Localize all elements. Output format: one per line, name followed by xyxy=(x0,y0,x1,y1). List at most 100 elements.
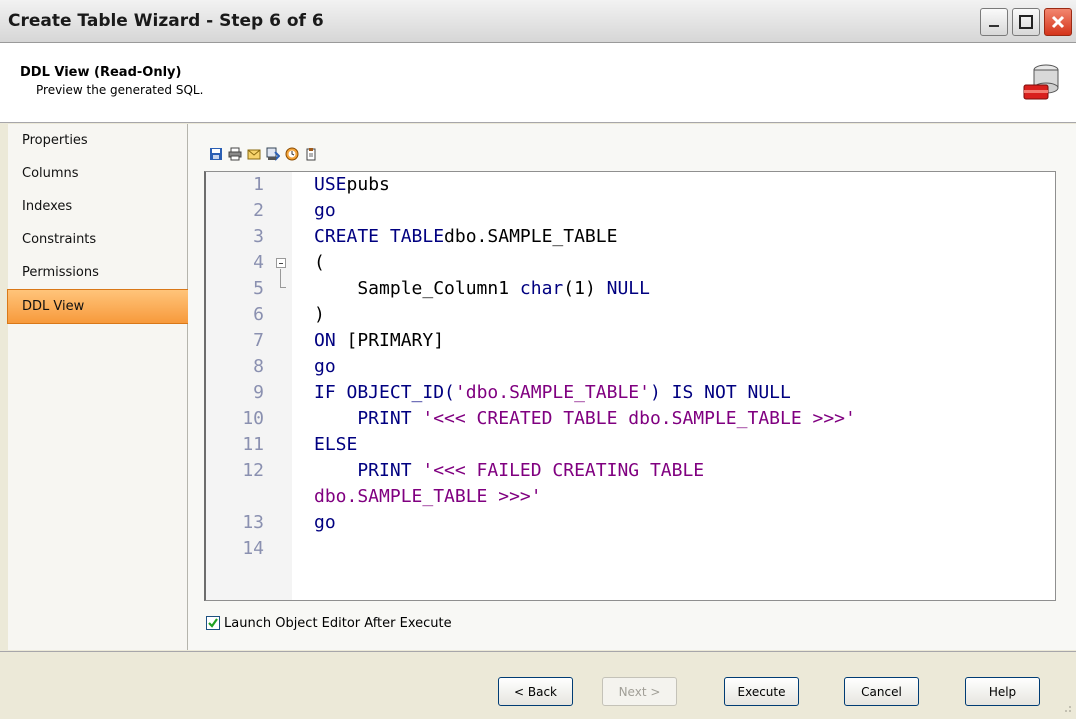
code-line: 6) xyxy=(206,302,1055,328)
sidebar-item-permissions[interactable]: Permissions xyxy=(8,256,187,289)
code-token: Sample_Column1 xyxy=(314,278,520,299)
code-text: ON [PRIMARY] xyxy=(314,328,444,354)
code-text: go xyxy=(314,198,336,224)
main-panel: 1 USEpubs 2 go 3 CREATE TABLEdbo.SAMPLE_TABLE… xyxy=(188,124,1076,650)
keyword-token: ON xyxy=(314,330,336,351)
window-title: Create Table Wizard - Step 6 of 6 xyxy=(8,11,324,31)
resize-grip-icon[interactable] xyxy=(1060,703,1072,715)
code-line: 4( xyxy=(206,250,1055,287)
code-line: 3 CREATE TABLEdbo.SAMPLE_TABLE xyxy=(206,224,1055,250)
sql-export-button[interactable] xyxy=(265,146,281,162)
keyword-token: PRINT xyxy=(314,460,423,481)
string-token: dbo.SAMPLE_TABLE >>>' xyxy=(314,486,542,507)
code-token: pubs xyxy=(346,174,390,195)
string-token: '<<< CREATED TABLE dbo.SAMPLE_TABLE >>>' xyxy=(422,408,856,429)
line-number: 4 xyxy=(253,252,264,273)
sidebar-item-columns[interactable]: Columns xyxy=(8,157,187,190)
checkmark-icon xyxy=(208,618,218,628)
keyword-token: CREATE TABLE xyxy=(314,226,445,247)
wizard-footer: < Back Next > Execute Cancel Help xyxy=(0,651,1076,719)
sidebar-item-constraints[interactable]: Constraints xyxy=(8,223,187,256)
header-title: DDL View (Read-Only) xyxy=(20,65,182,80)
line-number: 14 xyxy=(242,538,264,559)
string-token: 'dbo.SAMPLE_TABLE' xyxy=(454,382,650,403)
maximize-button[interactable] xyxy=(1012,8,1040,36)
wizard-header: DDL View (Read-Only) Preview the generat… xyxy=(0,43,1076,123)
string-token: '<<< FAILED CREATING TABLE xyxy=(422,460,705,481)
code-text: go xyxy=(314,354,336,380)
launch-editor-checkbox[interactable] xyxy=(206,616,220,630)
save-button[interactable] xyxy=(208,146,224,162)
sidebar-item-indexes[interactable]: Indexes xyxy=(8,190,187,223)
sidebar-item-ddl-view[interactable]: DDL View xyxy=(7,289,189,324)
minimize-button[interactable] xyxy=(980,8,1008,36)
code-token: ) xyxy=(314,304,325,325)
close-button[interactable] xyxy=(1044,8,1072,36)
schedule-icon xyxy=(285,147,299,161)
code-line: 8 go xyxy=(206,354,1055,380)
code-line: 2 go xyxy=(206,198,1055,224)
code-line: 10 PRINT '<<< CREATED TABLE dbo.SAMPLE_T… xyxy=(206,406,1055,432)
launch-editor-option[interactable]: Launch Object Editor After Execute xyxy=(206,614,452,632)
line-number: 6 xyxy=(253,304,264,325)
email-icon xyxy=(247,149,261,160)
code-line: 7 ON [PRIMARY] xyxy=(206,328,1055,354)
code-text: ) xyxy=(314,302,325,328)
code-text: dbo.SAMPLE_TABLE >>>' xyxy=(314,484,542,510)
line-number: 10 xyxy=(242,408,264,429)
print-icon xyxy=(228,147,242,161)
code-line: dbo.SAMPLE_TABLE >>>' xyxy=(206,484,1055,510)
create-table-icon xyxy=(1023,64,1059,100)
header-subtitle: Preview the generated SQL. xyxy=(36,83,204,97)
line-number: 5 xyxy=(253,278,264,299)
wizard-sidebar: Properties Columns Indexes Constraints P… xyxy=(7,124,189,650)
code-token: (1) xyxy=(563,278,607,299)
print-button[interactable] xyxy=(227,146,243,162)
line-number: 3 xyxy=(253,226,264,247)
keyword-token: USE xyxy=(314,174,347,195)
fold-toggle-icon[interactable] xyxy=(276,258,286,268)
sidebar-item-properties[interactable]: Properties xyxy=(8,124,187,157)
keyword-token: IF OBJECT_ID( xyxy=(314,382,455,403)
keyword-token: go xyxy=(314,356,336,377)
help-button[interactable]: Help xyxy=(965,677,1040,706)
execute-button[interactable]: Execute xyxy=(724,677,799,706)
keyword-token: go xyxy=(314,200,336,221)
code-token: dbo.SAMPLE_TABLE xyxy=(444,226,618,247)
line-number: 7 xyxy=(253,330,264,351)
code-text: ( xyxy=(314,250,325,276)
cancel-button[interactable]: Cancel xyxy=(844,677,919,706)
window-titlebar: Create Table Wizard - Step 6 of 6 xyxy=(0,0,1076,43)
code-text: CREATE TABLEdbo.SAMPLE_TABLE xyxy=(314,224,617,250)
code-text: PRINT '<<< FAILED CREATING TABLE xyxy=(314,458,704,484)
line-number: 9 xyxy=(253,382,264,403)
code-text: ELSE xyxy=(314,432,357,458)
code-text: PRINT '<<< CREATED TABLE dbo.SAMPLE_TABL… xyxy=(314,406,856,432)
line-number: 11 xyxy=(242,434,264,455)
next-button[interactable]: Next > xyxy=(602,677,677,706)
line-number: 12 xyxy=(242,460,264,481)
close-icon xyxy=(1051,15,1065,29)
code-text: go xyxy=(314,510,336,536)
code-line: 11 ELSE xyxy=(206,432,1055,458)
schedule-button[interactable] xyxy=(284,146,300,162)
code-line: 13 go xyxy=(206,510,1055,536)
code-line: 5 Sample_Column1 char(1) NULL xyxy=(206,276,1055,302)
code-token: [PRIMARY] xyxy=(335,330,445,351)
line-number: 8 xyxy=(253,356,264,377)
line-number: 1 xyxy=(253,174,264,195)
email-button[interactable] xyxy=(246,146,262,162)
copy-button[interactable] xyxy=(303,146,319,162)
sql-editor[interactable]: 1 USEpubs 2 go 3 CREATE TABLEdbo.SAMPLE_TABLE… xyxy=(204,171,1056,601)
keyword-token: ) IS NOT NULL xyxy=(649,382,791,403)
code-text: Sample_Column1 char(1) NULL xyxy=(314,276,650,302)
minimize-icon xyxy=(989,25,999,27)
back-button[interactable]: < Back xyxy=(498,677,573,706)
sql-export-icon xyxy=(266,147,280,161)
code-text: IF OBJECT_ID('dbo.SAMPLE_TABLE') IS NOT … xyxy=(314,380,791,406)
line-number: 13 xyxy=(242,512,264,533)
line-number: 2 xyxy=(253,200,264,221)
code-token: ( xyxy=(314,252,325,273)
keyword-token: NULL xyxy=(606,278,650,299)
maximize-icon xyxy=(1019,15,1033,29)
